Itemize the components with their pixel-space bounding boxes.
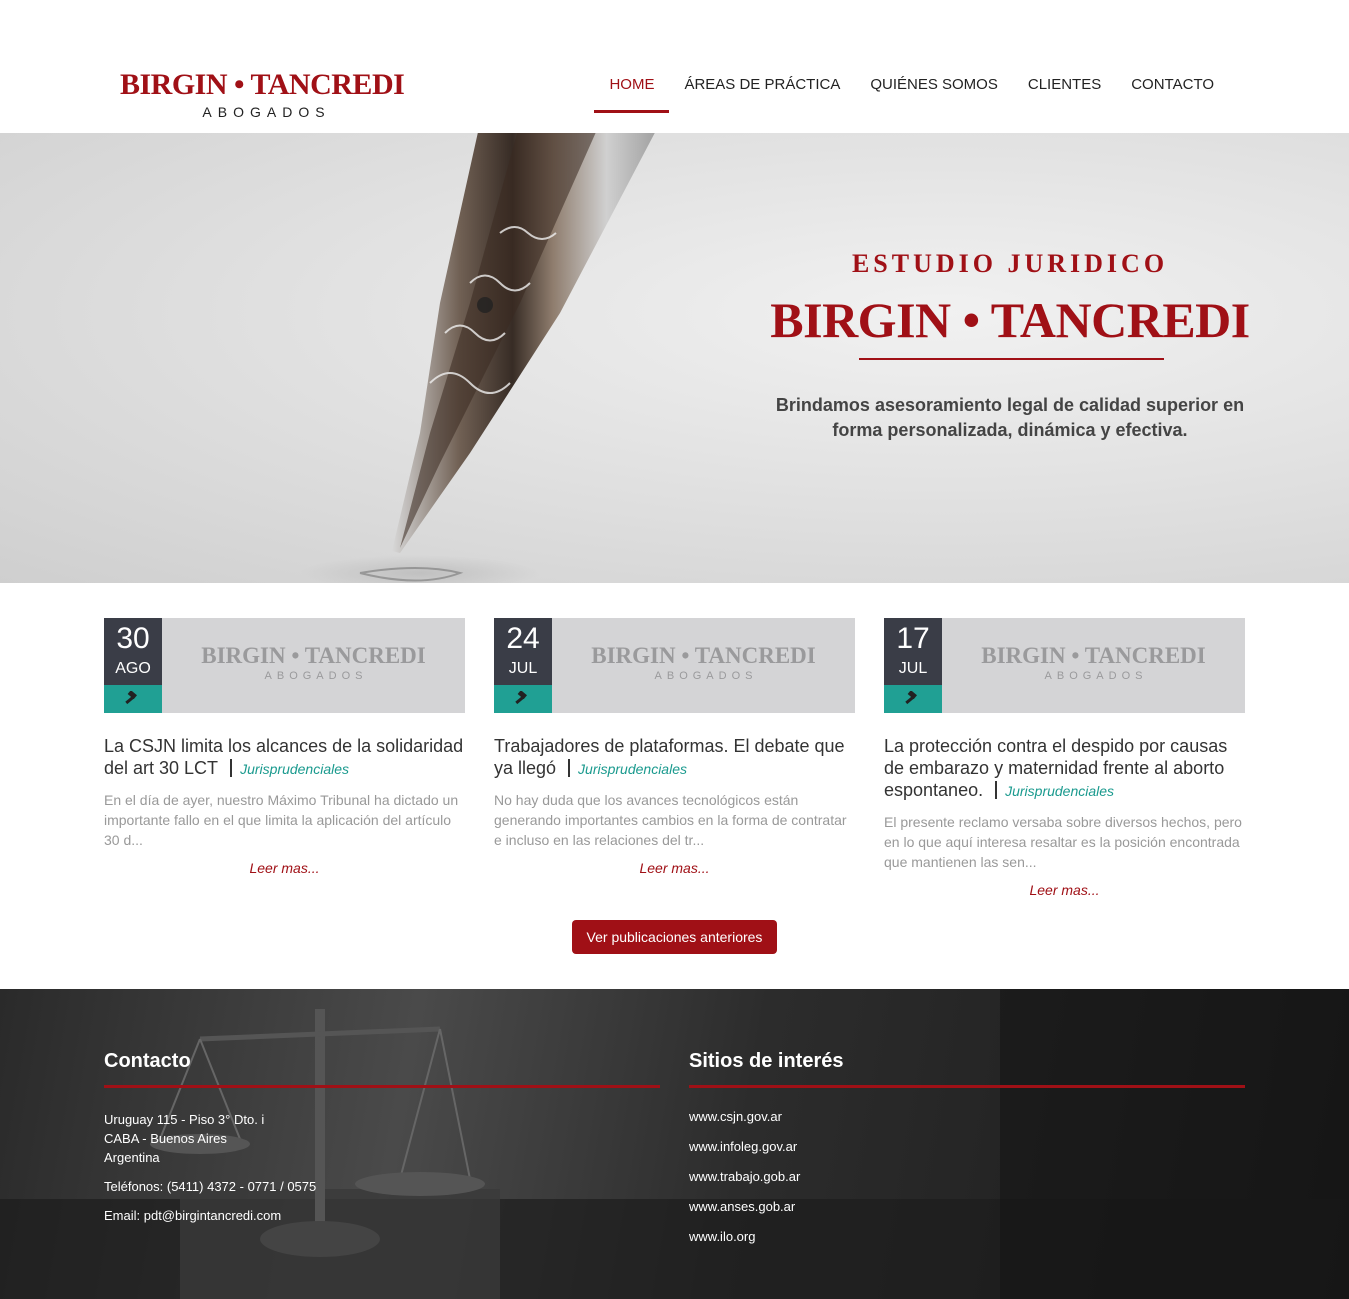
hero-kicker: ESTUDIO JURIDICO [851, 249, 1169, 278]
thumb-logo-sub: ABOGADOS [1044, 670, 1148, 682]
posts-list: 30 AGO BIRGIN • TANCREDI ABOGADOS La CSJ… [104, 618, 1245, 898]
contact-address: Uruguay 115 - Piso 3° Dto. i CABA - Buen… [104, 1110, 660, 1225]
post-title[interactable]: La CSJN limita los alcances de la solida… [104, 735, 465, 780]
post-thumb-logo: BIRGIN • TANCREDI ABOGADOS [162, 642, 465, 682]
post-thumbnail[interactable]: 17 JUL BIRGIN • TANCREDI ABOGADOS [884, 618, 1245, 713]
logo-sub-text: ABOGADOS [202, 104, 331, 120]
post-card: 17 JUL BIRGIN • TANCREDI ABOGADOS La pro… [884, 618, 1245, 898]
post-card: 24 JUL BIRGIN • TANCREDI ABOGADOS Trabaj… [494, 618, 855, 898]
thumb-logo-main: BIRGIN • TANCREDI [201, 643, 426, 668]
gavel-icon [884, 685, 942, 713]
footer-sites: Sitios de interés www.csjn.gov.ar www.in… [689, 1049, 1245, 1252]
post-date: 17 JUL [884, 618, 942, 685]
thumb-logo-main: BIRGIN • TANCREDI [981, 643, 1206, 668]
read-more-link[interactable]: Leer mas... [494, 860, 855, 876]
post-thumb-logo: BIRGIN • TANCREDI ABOGADOS [552, 642, 855, 682]
nav-quienes-somos[interactable]: QUIÉNES SOMOS [855, 60, 1013, 113]
post-card: 30 AGO BIRGIN • TANCREDI ABOGADOS La CSJ… [104, 618, 465, 898]
site-link-trabajo[interactable]: www.trabajo.gob.ar [689, 1162, 1245, 1192]
title-separator [230, 759, 233, 777]
contact-heading: Contacto [104, 1049, 660, 1088]
read-more-link[interactable]: Leer mas... [884, 882, 1245, 898]
post-month: AGO [115, 660, 151, 677]
hero-tagline: Brindamos asesoramiento legal de calidad… [775, 395, 1245, 440]
sites-list: www.csjn.gov.ar www.infoleg.gov.ar www.t… [689, 1102, 1245, 1252]
gavel-icon [494, 685, 552, 713]
nav-areas-de-practica[interactable]: ÁREAS DE PRÁCTICA [669, 60, 855, 113]
post-day: 30 [116, 622, 150, 655]
post-day: 24 [506, 622, 540, 655]
post-excerpt: El presente reclamo versaba sobre divers… [884, 814, 1242, 870]
gavel-icon [104, 685, 162, 713]
hero-divider [859, 358, 1164, 360]
thumb-logo-main: BIRGIN • TANCREDI [591, 643, 816, 668]
contact-email[interactable]: Email: pdt@birgintancredi.com [104, 1206, 660, 1225]
post-excerpt: En el día de ayer, nuestro Máximo Tribun… [104, 792, 459, 848]
post-month: JUL [508, 660, 538, 677]
footer-contact: Contacto Uruguay 115 - Piso 3° Dto. i CA… [104, 1049, 660, 1225]
nav-clientes[interactable]: CLIENTES [1013, 60, 1116, 113]
post-date: 24 JUL [494, 618, 552, 685]
site-link-infoleg[interactable]: www.infoleg.gov.ar [689, 1132, 1245, 1162]
site-footer: Contacto Uruguay 115 - Piso 3° Dto. i CA… [0, 989, 1349, 1299]
nav-home[interactable]: HOME [594, 60, 670, 113]
logo-main-text: BIRGIN • TANCREDI [120, 68, 405, 101]
nav-contacto[interactable]: CONTACTO [1116, 60, 1229, 113]
post-category[interactable]: Jurisprudenciales [578, 761, 687, 777]
post-category[interactable]: Jurisprudenciales [1005, 783, 1114, 799]
post-thumbnail[interactable]: 30 AGO BIRGIN • TANCREDI ABOGADOS [104, 618, 465, 713]
post-date: 30 AGO [104, 618, 162, 685]
address-line: Argentina [104, 1150, 160, 1165]
post-thumbnail[interactable]: 24 JUL BIRGIN • TANCREDI ABOGADOS [494, 618, 855, 713]
title-separator [995, 781, 998, 799]
post-title[interactable]: Trabajadores de plataformas. El debate q… [494, 735, 855, 780]
site-logo[interactable]: BIRGIN • TANCREDI ABOGADOS [120, 68, 405, 120]
address-line: CABA - Buenos Aires [104, 1131, 227, 1146]
older-posts-button[interactable]: Ver publicaciones anteriores [572, 920, 777, 954]
address-line: Uruguay 115 - Piso 3° Dto. i [104, 1112, 265, 1127]
post-month: JUL [898, 660, 928, 677]
site-link-anses[interactable]: www.anses.gob.ar [689, 1192, 1245, 1222]
sites-heading: Sitios de interés [689, 1049, 1245, 1088]
post-thumb-logo: BIRGIN • TANCREDI ABOGADOS [942, 642, 1245, 682]
thumb-logo-sub: ABOGADOS [654, 670, 758, 682]
post-title[interactable]: La protección contra el despido por caus… [884, 735, 1245, 802]
thumb-logo-sub: ABOGADOS [264, 670, 368, 682]
site-link-csjn[interactable]: www.csjn.gov.ar [689, 1102, 1245, 1132]
site-header: BIRGIN • TANCREDI ABOGADOS HOME ÁREAS DE… [0, 0, 1349, 133]
post-day: 17 [896, 622, 930, 655]
post-category[interactable]: Jurisprudenciales [240, 761, 349, 777]
post-excerpt: No hay duda que los avances tecnológicos… [494, 792, 847, 848]
hero-title: BIRGIN • TANCREDI [770, 292, 1250, 348]
contact-phones: Teléfonos: (5411) 4372 - 0771 / 0575 [104, 1179, 317, 1194]
read-more-link[interactable]: Leer mas... [104, 860, 465, 876]
title-separator [568, 759, 571, 777]
site-link-ilo[interactable]: www.ilo.org [689, 1222, 1245, 1252]
hero-banner: ESTUDIO JURIDICO BIRGIN • TANCREDI Brind… [0, 133, 1349, 583]
main-nav: HOME ÁREAS DE PRÁCTICA QUIÉNES SOMOS CLI… [594, 60, 1229, 113]
